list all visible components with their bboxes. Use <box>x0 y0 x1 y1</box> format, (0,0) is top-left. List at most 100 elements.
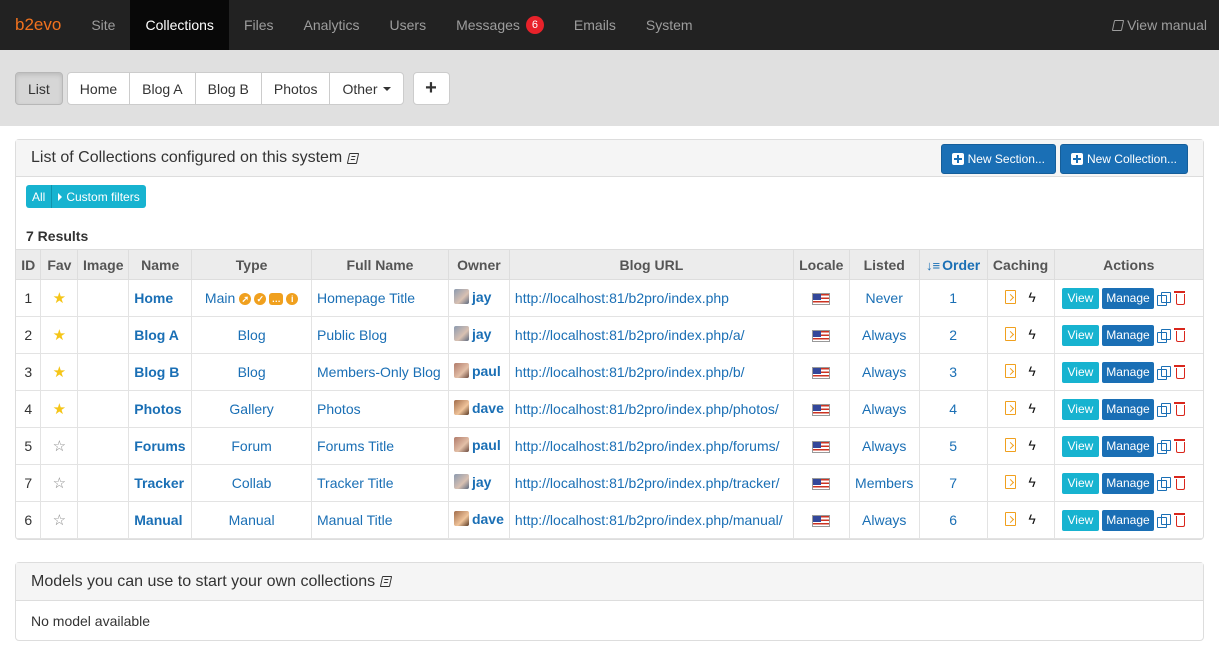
tab-blog-b[interactable]: Blog B <box>196 73 262 104</box>
owner-link[interactable]: dave <box>453 511 504 527</box>
listed-link[interactable]: Always <box>848 316 920 354</box>
new-section-button[interactable]: New Section... <box>940 144 1056 174</box>
trash-icon[interactable] <box>1173 365 1185 379</box>
filter-all-button[interactable]: All <box>26 185 53 208</box>
view-button[interactable]: View <box>1061 435 1100 457</box>
order-link[interactable]: 1 <box>918 279 988 317</box>
copy-icon[interactable] <box>1156 439 1171 454</box>
trash-icon[interactable] <box>1173 402 1185 416</box>
collection-type-link[interactable]: Manual <box>229 512 275 528</box>
copy-icon[interactable] <box>1156 513 1171 528</box>
owner-link[interactable]: dave <box>453 400 504 416</box>
comments-icon[interactable]: … <box>269 293 284 306</box>
view-button[interactable]: View <box>1061 361 1100 383</box>
nav-emails[interactable]: Emails <box>559 0 631 50</box>
manage-button[interactable]: Manage <box>1102 509 1154 531</box>
nav-analytics[interactable]: Analytics <box>289 0 375 50</box>
star-empty-icon[interactable]: ☆ <box>53 475 66 492</box>
full-name-link[interactable]: Homepage Title <box>311 279 449 317</box>
col-fav[interactable]: Fav <box>40 249 79 280</box>
copy-icon[interactable] <box>1156 365 1171 380</box>
page-cache-icon[interactable] <box>1005 290 1017 304</box>
order-link[interactable]: 2 <box>918 316 988 354</box>
manage-button[interactable]: Manage <box>1102 435 1154 457</box>
col-locale[interactable]: Locale <box>792 249 850 280</box>
trash-icon[interactable] <box>1173 439 1185 453</box>
listed-link[interactable]: Members <box>848 464 920 502</box>
col-name[interactable]: Name <box>128 249 193 280</box>
book-icon[interactable] <box>380 576 393 587</box>
copy-icon[interactable] <box>1156 328 1171 343</box>
tab-home[interactable]: Home <box>68 73 131 104</box>
collection-name-link[interactable]: Tracker <box>128 464 193 502</box>
col-full-name[interactable]: Full Name <box>311 249 449 280</box>
blog-url-link[interactable]: http://localhost:81/b2pro/index.php/manu… <box>508 501 794 539</box>
page-cache-icon[interactable] <box>1005 401 1017 415</box>
page-cache-icon[interactable] <box>1005 327 1017 341</box>
owner-link[interactable]: jay <box>453 326 491 342</box>
blog-url-link[interactable]: http://localhost:81/b2pro/index.php/trac… <box>508 464 794 502</box>
col-type[interactable]: Type <box>191 249 313 280</box>
owner-link[interactable]: paul <box>453 437 501 453</box>
brand-logo[interactable]: b2evo <box>0 0 76 50</box>
page-cache-icon[interactable] <box>1005 364 1017 378</box>
page-cache-icon[interactable] <box>1005 512 1017 526</box>
collection-type-link[interactable]: Collab <box>232 475 272 491</box>
view-button[interactable]: View <box>1061 398 1100 420</box>
manage-button[interactable]: Manage <box>1102 324 1154 346</box>
custom-filters-button[interactable]: Custom filters <box>52 185 146 208</box>
book-icon[interactable] <box>347 152 360 164</box>
add-collection-button[interactable]: + <box>412 72 450 105</box>
collection-name-link[interactable]: Manual <box>128 501 193 539</box>
manage-button[interactable]: Manage <box>1102 287 1154 309</box>
collection-type-link[interactable]: Blog <box>238 327 266 343</box>
blog-url-link[interactable]: http://localhost:81/b2pro/index.php <box>508 279 794 317</box>
owner-link[interactable]: paul <box>453 363 501 379</box>
view-button[interactable]: View <box>1061 472 1100 494</box>
bolt-icon[interactable]: ϟ <box>1028 326 1035 342</box>
nav-collections[interactable]: Collections <box>130 0 229 50</box>
copy-icon[interactable] <box>1156 402 1171 417</box>
full-name-link[interactable]: Manual Title <box>311 501 449 539</box>
blog-url-link[interactable]: http://localhost:81/b2pro/index.php/phot… <box>508 390 794 428</box>
nav-system[interactable]: System <box>631 0 708 50</box>
listed-link[interactable]: Always <box>848 501 920 539</box>
listed-link[interactable]: Always <box>848 390 920 428</box>
star-empty-icon[interactable]: ☆ <box>53 438 66 455</box>
view-button[interactable]: View <box>1061 509 1100 531</box>
listed-link[interactable]: Always <box>848 353 920 391</box>
col-blog-url[interactable]: Blog URL <box>508 249 794 280</box>
order-link[interactable]: 3 <box>918 353 988 391</box>
col-order[interactable]: ↓≡ Order <box>918 249 988 280</box>
owner-link[interactable]: jay <box>453 474 491 490</box>
full-name-link[interactable]: Public Blog <box>311 316 449 354</box>
bolt-icon[interactable]: ϟ <box>1028 474 1035 490</box>
trash-icon[interactable] <box>1173 476 1185 490</box>
order-link[interactable]: 4 <box>918 390 988 428</box>
collection-type-link[interactable]: Forum <box>231 438 271 454</box>
full-name-link[interactable]: Tracker Title <box>311 464 449 502</box>
order-link[interactable]: 5 <box>918 427 988 465</box>
bolt-icon[interactable]: ϟ <box>1028 289 1035 305</box>
trash-icon[interactable] <box>1173 328 1185 342</box>
collection-type-link[interactable]: Gallery <box>229 401 273 417</box>
bolt-icon[interactable]: ϟ <box>1028 511 1035 527</box>
tab-photos[interactable]: Photos <box>262 73 331 104</box>
view-button[interactable]: View <box>1061 324 1100 346</box>
manage-button[interactable]: Manage <box>1102 398 1154 420</box>
collection-type-link[interactable]: Main <box>205 290 235 306</box>
nav-files[interactable]: Files <box>229 0 289 50</box>
blog-url-link[interactable]: http://localhost:81/b2pro/index.php/a/ <box>508 316 794 354</box>
full-name-link[interactable]: Forums Title <box>311 427 449 465</box>
tab-blog-a[interactable]: Blog A <box>130 73 196 104</box>
col-listed[interactable]: Listed <box>848 249 920 280</box>
tab-other-dropdown[interactable]: Other <box>330 73 402 104</box>
info-icon[interactable]: i <box>286 293 299 306</box>
full-name-link[interactable]: Photos <box>311 390 449 428</box>
manage-button[interactable]: Manage <box>1102 361 1154 383</box>
collection-name-link[interactable]: Blog A <box>128 316 193 354</box>
star-filled-icon[interactable]: ★ <box>53 290 66 307</box>
star-filled-icon[interactable]: ★ <box>53 401 66 418</box>
collection-type-link[interactable]: Blog <box>238 364 266 380</box>
view-button[interactable]: View <box>1061 287 1100 309</box>
